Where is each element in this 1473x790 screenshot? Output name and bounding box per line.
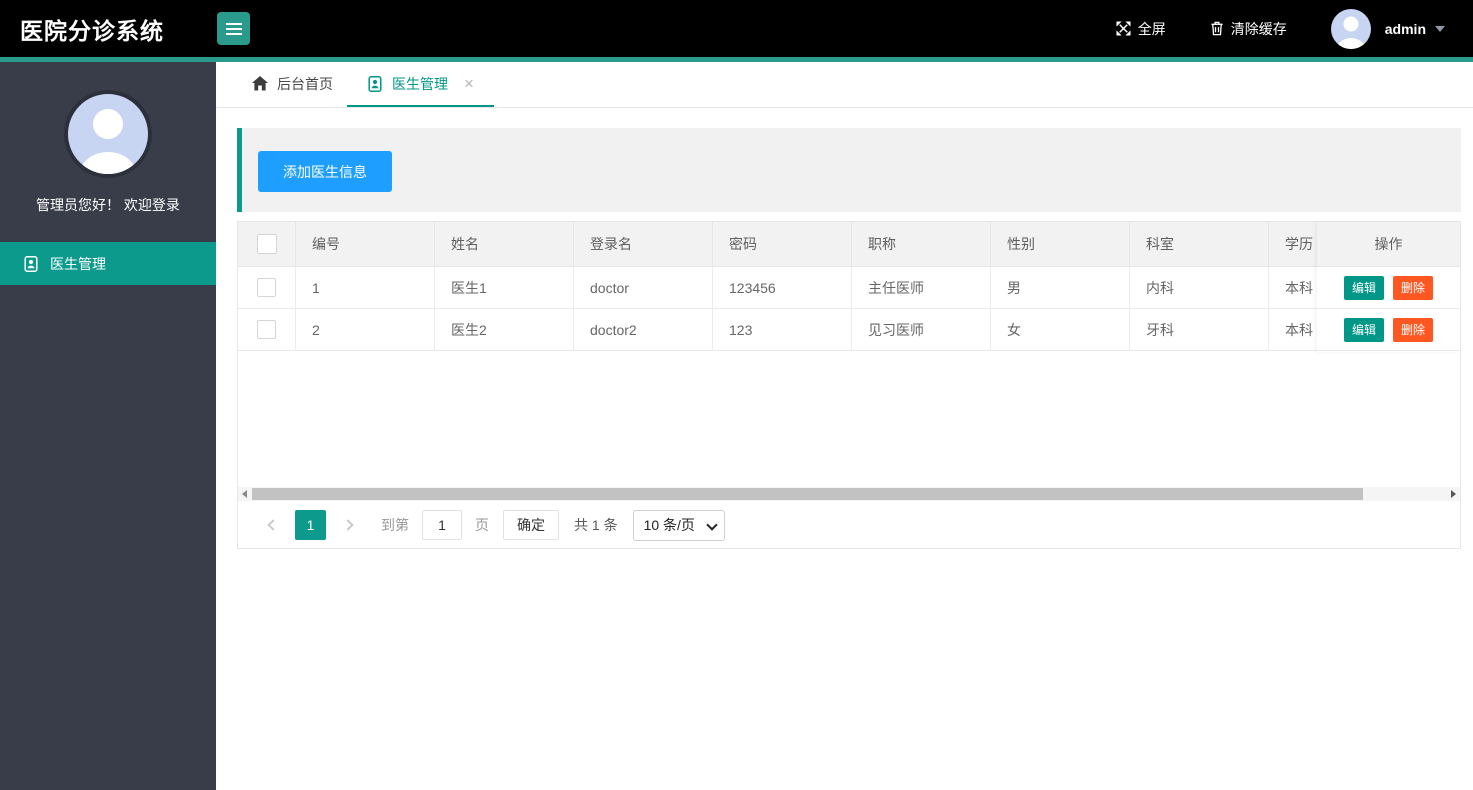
header-avatar (1330, 8, 1371, 49)
sidebar-avatar (64, 90, 152, 178)
cell-department: 牙科 (1130, 309, 1269, 350)
column-header-name: 姓名 (435, 222, 574, 266)
pagination-bar: 1 到第 页 确定 共 1 条 10 条/页 (238, 502, 1460, 548)
clear-cache-label: 清除缓存 (1230, 20, 1287, 37)
cell-gender: 女 (991, 309, 1130, 350)
cell-department: 内科 (1130, 267, 1269, 308)
row-operations: 编辑 删除 (1317, 309, 1460, 351)
fixed-operations-column: 操作 编辑 删除 编辑 删除 (1317, 222, 1460, 352)
column-header-login: 登录名 (574, 222, 713, 266)
confirm-page-button[interactable]: 确定 (503, 510, 559, 540)
home-icon (252, 76, 268, 91)
sidebar: 管理员您好！ 欢迎登录 医生管理 (0, 62, 216, 790)
column-header-gender: 性别 (991, 222, 1130, 266)
select-all-checkbox[interactable] (256, 234, 277, 254)
edit-button[interactable]: 编辑 (1343, 275, 1384, 300)
page-number-button[interactable]: 1 (295, 510, 326, 540)
prev-page-button[interactable] (260, 510, 286, 540)
tab-doctor-management[interactable]: 医生管理 × (347, 62, 494, 107)
column-header-password: 密码 (713, 222, 852, 266)
goto-page-label: 到第 (381, 517, 409, 533)
scroll-left-arrow[interactable] (238, 487, 251, 501)
scrollbar-thumb[interactable] (252, 488, 1363, 500)
column-header-department: 科室 (1130, 222, 1269, 266)
tab-home[interactable]: 后台首页 (238, 62, 347, 107)
sidebar-collapse-button[interactable] (217, 12, 250, 45)
page-size-select[interactable]: 10 条/页 (632, 509, 725, 541)
add-doctor-button[interactable]: 添加医生信息 (258, 151, 392, 192)
fullscreen-button[interactable]: 全屏 (1116, 19, 1166, 39)
cell-login: doctor (574, 267, 713, 308)
sidebar-item-doctor-management[interactable]: 医生管理 (0, 242, 216, 285)
tab-doctor-label: 医生管理 (392, 75, 448, 92)
next-page-button[interactable] (335, 510, 361, 540)
total-count-label: 共 1 条 (574, 517, 618, 533)
welcome-text: 管理员您好！ 欢迎登录 (36, 197, 180, 213)
horizontal-scrollbar[interactable] (238, 487, 1460, 501)
cell-login: doctor2 (574, 309, 713, 350)
fullscreen-label: 全屏 (1137, 20, 1166, 37)
id-card-icon (367, 75, 383, 92)
cell-title: 主任医师 (852, 267, 991, 308)
row-checkbox[interactable] (257, 320, 276, 339)
header-checkbox-cell (238, 222, 296, 266)
action-panel: 添加医生信息 (237, 128, 1461, 212)
cell-no: 2 (296, 309, 435, 350)
sidebar-item-label: 医生管理 (50, 255, 106, 272)
username: admin (1384, 20, 1426, 37)
header-actions: 全屏 清除缓存 admin (1072, 8, 1473, 49)
cell-no: 1 (296, 267, 435, 308)
column-header-title: 职称 (852, 222, 991, 266)
cell-name: 医生1 (435, 267, 574, 308)
delete-button[interactable]: 删除 (1393, 275, 1434, 300)
hamburger-icon (225, 22, 242, 35)
tab-bar: 后台首页 医生管理 × (216, 62, 1473, 108)
table-row: 2 医生2 doctor2 123 见习医师 女 牙科 本科 (238, 309, 1460, 351)
delete-button[interactable]: 删除 (1393, 317, 1434, 342)
goto-page-input[interactable] (422, 510, 462, 540)
cell-title: 见习医师 (852, 309, 991, 350)
row-checkbox-cell (238, 267, 296, 308)
row-operations: 编辑 删除 (1317, 267, 1460, 309)
user-menu[interactable]: admin (1330, 8, 1445, 49)
cell-name: 医生2 (435, 309, 574, 350)
cell-password: 123456 (713, 267, 852, 308)
tab-close-icon[interactable]: × (464, 75, 474, 92)
page-unit-label: 页 (475, 517, 489, 533)
column-header-no: 编号 (296, 222, 435, 266)
table-row: 1 医生1 doctor 123456 主任医师 男 内科 本科 (238, 267, 1460, 309)
main-content: 后台首页 医生管理 × 添加医生信息 编号 姓名 登录名 密码 职称 性别 科室… (216, 62, 1473, 790)
chevron-down-icon (1435, 25, 1445, 32)
column-header-operations: 操作 (1317, 222, 1460, 267)
app-header: 医院分诊系统 全屏 清除缓存 admin (0, 0, 1473, 57)
doctor-table: 编号 姓名 登录名 密码 职称 性别 科室 学历 1 医生1 doctor 12… (237, 221, 1461, 549)
cell-password: 123 (713, 309, 852, 350)
clear-cache-button[interactable]: 清除缓存 (1210, 19, 1287, 39)
row-checkbox-cell (238, 309, 296, 350)
id-card-icon (23, 255, 39, 272)
table-header-row: 编号 姓名 登录名 密码 职称 性别 科室 学历 (238, 222, 1460, 267)
app-title: 医院分诊系统 (20, 17, 164, 44)
scroll-right-arrow[interactable] (1447, 487, 1460, 501)
tab-home-label: 后台首页 (277, 75, 333, 92)
cell-gender: 男 (991, 267, 1130, 308)
page-size-select-wrap: 10 条/页 (632, 509, 725, 541)
fullscreen-expand-icon (1116, 21, 1131, 36)
row-checkbox[interactable] (257, 278, 276, 297)
edit-button[interactable]: 编辑 (1343, 317, 1384, 342)
trash-icon (1210, 21, 1224, 36)
